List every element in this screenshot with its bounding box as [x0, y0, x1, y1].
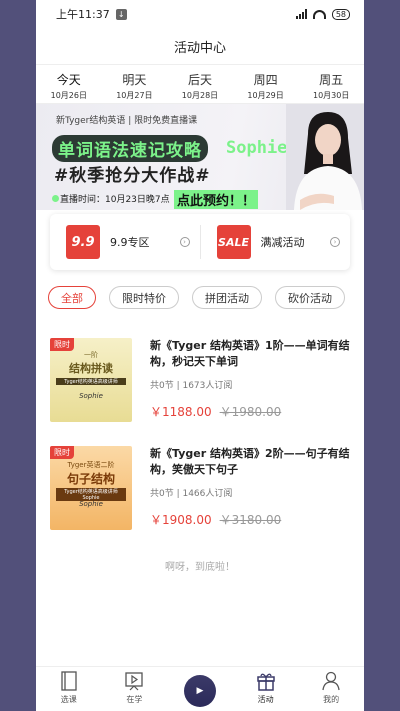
date-tab-date: 10月29日: [247, 91, 284, 100]
date-tab-date: 10月30日: [312, 91, 350, 100]
course-original-price: ￥1980.00: [219, 405, 282, 419]
cover-title: 结构拼读: [69, 362, 113, 375]
promo-card: 9.9 9.9专区 › SALE 满减活动 ›: [50, 214, 350, 270]
cover-signature: Sophie: [79, 392, 103, 400]
status-time: 上午11:37: [56, 8, 110, 21]
date-tab-today[interactable]: 今天 10月26日: [36, 65, 102, 103]
course-original-price: ￥3180.00: [219, 513, 282, 527]
promo-label: 满减活动: [260, 236, 305, 249]
person-icon: [322, 671, 340, 691]
cover-title: 句子结构: [66, 472, 115, 486]
page-title: 活动中心: [173, 40, 226, 56]
battery-icon: 58: [331, 8, 350, 20]
cover-signature: Sophie: [79, 500, 103, 508]
banner-live-time: 直播时间：10月23日晚7点: [52, 192, 170, 205]
banner-hashtag: #秋季抢分大作战#: [54, 166, 211, 186]
cover-caption: Tyger结构英语高级讲师: [56, 378, 126, 385]
banner-title-box: 单词语法速记攻略: [52, 135, 208, 162]
course-info: 新《Tyger 结构英语》1阶——单词有结构，秒记天下单词 共0节 | 1673…: [150, 338, 350, 428]
cover-level: Tyger英语二阶: [67, 461, 115, 469]
end-of-list-text: 啊呀，到底啦！: [165, 562, 235, 573]
bottom-nav: 选课 在学 ▶ 活动 我的: [36, 666, 364, 711]
date-tabs: 今天 10月26日 明天 10月27日 后天 10月28日 周四 10月29日 …: [36, 64, 364, 104]
nav-learning[interactable]: 在学: [102, 667, 168, 711]
course-cover: 限时 一阶 结构拼读 Tyger结构英语高级讲师 Sophie: [50, 338, 132, 422]
date-tab-date: 10月26日: [50, 91, 87, 100]
date-tab-date: 10月27日: [116, 91, 153, 100]
course-item[interactable]: 限时 一阶 结构拼读 Tyger结构英语高级讲师 Sophie 新《Tyger …: [50, 338, 350, 428]
banner-teacher-name: Sophie: [226, 138, 288, 158]
signal-icon: [295, 9, 307, 19]
dot-icon: [52, 195, 59, 202]
nav-activities[interactable]: 活动: [233, 667, 299, 711]
teacher-photo: [286, 104, 364, 210]
banner-subtitle: 新Tyger结构英语 | 限时免费直播课: [56, 116, 198, 126]
banner-reserve-button[interactable]: 点此预约！！: [174, 190, 259, 209]
course-info: 新《Tyger 结构英语》2阶——句子有结构，笑傲天下句子 共0节 | 1466…: [150, 446, 350, 536]
promo-9-9-icon: 9.9: [66, 225, 100, 259]
course-price: ￥1188.00: [150, 405, 212, 419]
promo-label: 9.9专区: [110, 236, 150, 249]
chevron-right-icon: ›: [179, 237, 190, 247]
date-tab-thursday[interactable]: 周四 10月29日: [233, 65, 299, 103]
course-title: 新《Tyger 结构英语》1阶——单词有结构，秒记天下单词: [150, 339, 350, 368]
date-tab-friday[interactable]: 周五 10月30日: [298, 65, 364, 103]
course-item[interactable]: 限时 Tyger英语二阶 句子结构 Tyger结构英语高级讲师Sophie So…: [50, 446, 350, 536]
course-meta: 共0节 | 1673人订阅: [150, 381, 233, 391]
date-tab-day: 周四: [253, 73, 278, 87]
chevron-right-icon: ›: [330, 237, 340, 247]
date-tab-day: 后天: [187, 73, 212, 87]
live-class-banner[interactable]: 新Tyger结构英语 | 限时免费直播课 单词语法速记攻略 Sophie #秋季…: [36, 104, 364, 210]
nav-label: 选课: [60, 695, 77, 704]
nav-courses[interactable]: 选课: [36, 667, 102, 711]
limited-tag: 限时: [50, 446, 74, 459]
nav-label: 我的: [323, 695, 340, 704]
nav-label: 在学: [126, 695, 143, 704]
date-tab-day-after[interactable]: 后天 10月28日: [167, 65, 233, 103]
banner-title: 单词语法速记攻略: [58, 141, 202, 161]
filter-bargain[interactable]: 砍价活动: [275, 286, 345, 309]
center-logo-icon: ▶: [183, 675, 216, 707]
download-icon: ↓: [115, 8, 127, 20]
wifi-icon: [312, 9, 326, 19]
course-title: 新《Tyger 结构英语》2阶——句子有结构，笑傲天下句子: [150, 447, 350, 476]
course-cover: 限时 Tyger英语二阶 句子结构 Tyger结构英语高级讲师Sophie So…: [50, 446, 132, 530]
status-bar: 上午11:37 ↓ 58: [36, 0, 364, 28]
nav-mine[interactable]: 我的: [298, 667, 364, 711]
sale-icon: SALE: [216, 225, 251, 259]
book-icon: [61, 671, 77, 691]
course-prices: ￥1188.00 ￥1980.00: [150, 403, 350, 420]
play-board-icon: [125, 672, 144, 691]
course-prices: ￥1908.00 ￥3180.00: [150, 511, 350, 528]
banner-live-time-text: 直播时间：10月23日晚7点: [60, 195, 170, 205]
date-tab-tomorrow[interactable]: 明天 10月27日: [102, 65, 168, 103]
course-price: ￥1908.00: [150, 513, 212, 527]
date-tab-day: 今天: [56, 73, 81, 87]
date-tab-day: 周五: [319, 73, 344, 87]
nav-label: 活动: [257, 695, 274, 704]
date-tab-day: 明天: [122, 73, 147, 87]
gift-icon: [256, 673, 275, 691]
nav-center[interactable]: ▶: [167, 667, 233, 711]
filter-all[interactable]: 全部: [48, 286, 96, 309]
course-meta: 共0节 | 1466人订阅: [150, 489, 233, 499]
date-tab-date: 10月28日: [181, 91, 219, 100]
filter-chips: 全部 限时特价 拼团活动 砍价活动: [48, 286, 345, 309]
filter-limited-sale[interactable]: 限时特价: [109, 286, 179, 309]
promo-sale-zone[interactable]: SALE 满减活动 ›: [201, 225, 351, 259]
filter-group-buy[interactable]: 拼团活动: [192, 286, 262, 309]
app-screen: 上午11:37 ↓ 58 活动中心 今天 10月26日 明天 10月27日 后天…: [36, 0, 364, 711]
cover-level: 一阶: [84, 351, 98, 359]
promo-9-9-zone[interactable]: 9.9 9.9专区 ›: [50, 225, 200, 259]
